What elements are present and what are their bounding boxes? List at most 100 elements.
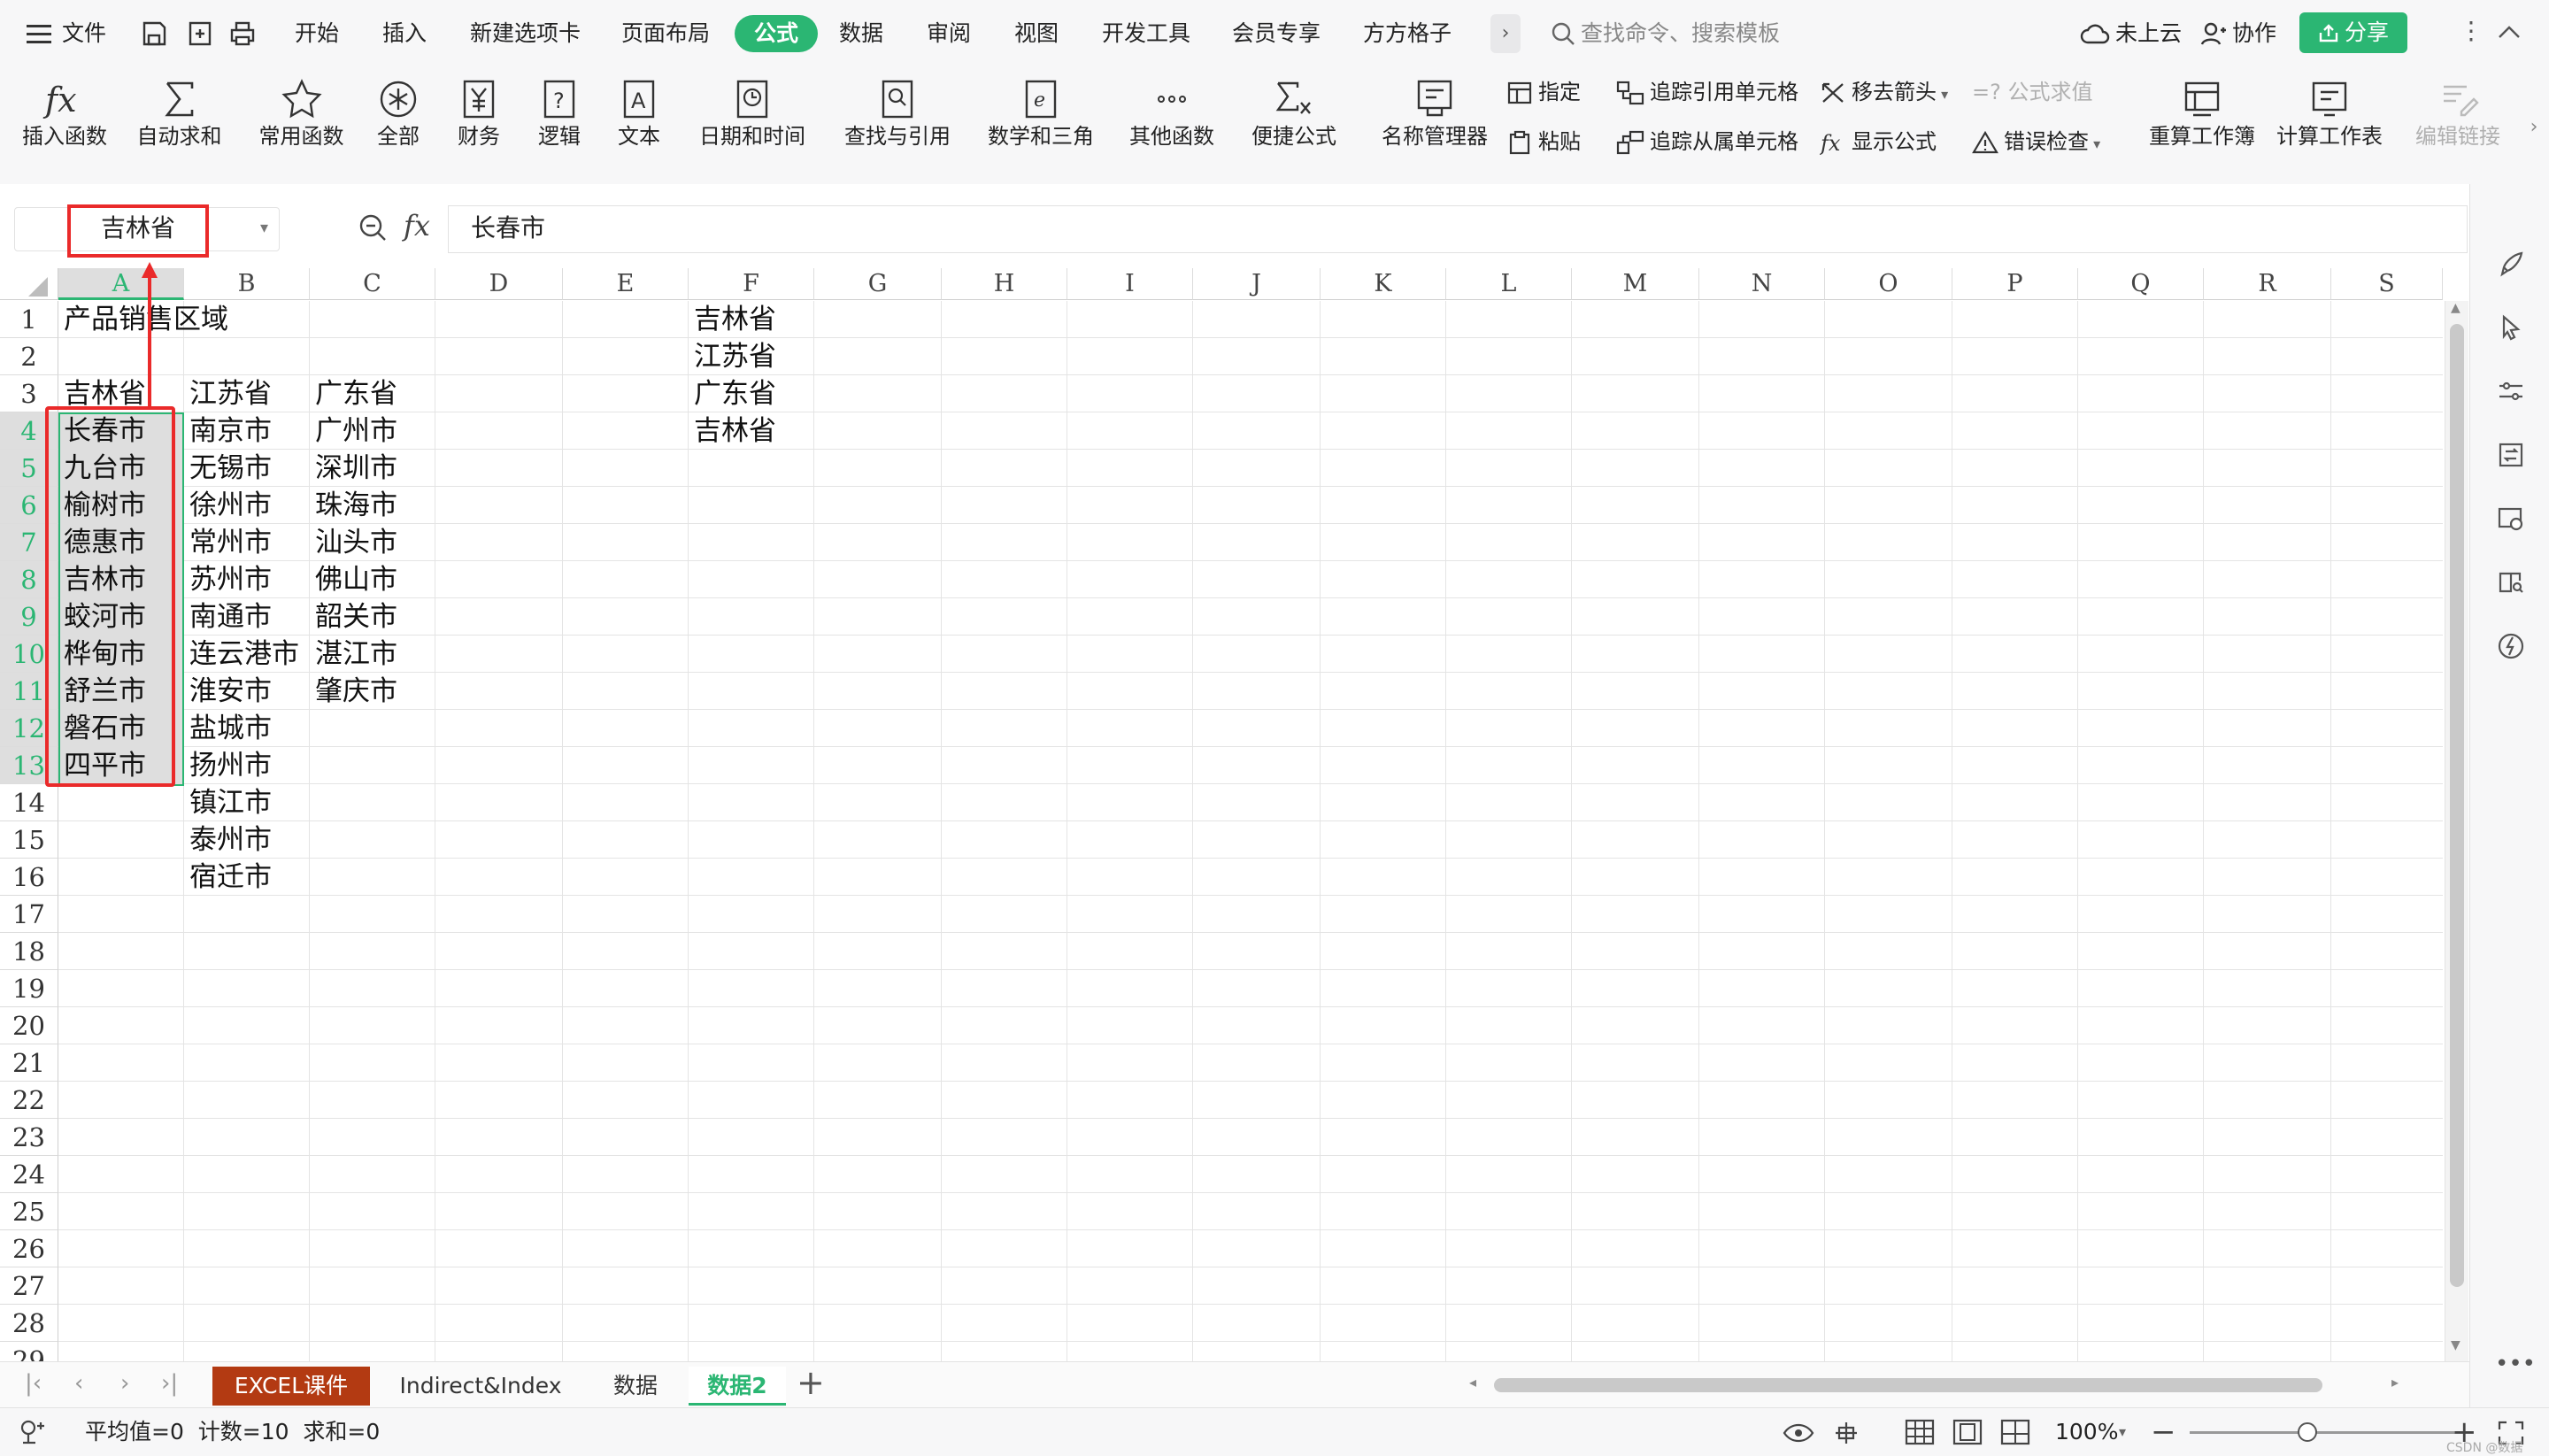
datetime-button[interactable]: 日期和时间 — [687, 76, 818, 150]
name-box-dropdown-icon[interactable]: ▾ — [260, 211, 268, 246]
row-header[interactable]: 15 — [0, 821, 58, 859]
sheet-tab-data[interactable]: 数据 — [591, 1367, 680, 1406]
image-settings-icon[interactable] — [2497, 505, 2525, 533]
horizontal-scroll-thumb[interactable] — [1494, 1378, 2322, 1392]
more-tabs-button[interactable]: › — [1490, 14, 1521, 53]
scroll-up-icon[interactable]: ▲ — [2451, 301, 2460, 315]
prev-sheet-icon[interactable]: ‹ — [74, 1370, 83, 1397]
zoom-out-button[interactable]: − — [2151, 1408, 2176, 1456]
break-view-icon[interactable] — [2000, 1419, 2030, 1445]
share-button[interactable]: 分享 — [2299, 12, 2407, 53]
column-header-s[interactable]: S — [2331, 268, 2443, 300]
zoom-dropdown-icon[interactable]: ▾ — [2119, 1408, 2126, 1456]
column-header-l[interactable]: L — [1446, 268, 1572, 300]
cell-b9[interactable]: 南通市 — [184, 598, 272, 636]
page-view-icon[interactable] — [1952, 1419, 1983, 1445]
horizontal-scrollbar[interactable]: ◂ ▸ — [1462, 1374, 2418, 1397]
zoom-slider-track[interactable] — [2190, 1431, 2455, 1434]
column-header-i[interactable]: I — [1067, 268, 1193, 300]
formula-input[interactable] — [448, 205, 2468, 253]
column-header-q[interactable]: Q — [2078, 268, 2204, 300]
row-header[interactable]: 19 — [0, 970, 58, 1007]
cell-b10[interactable]: 连云港市 — [184, 636, 299, 673]
zoom-level[interactable]: 100% — [2055, 1408, 2118, 1456]
vertical-scroll-thumb[interactable] — [2450, 324, 2464, 1287]
row-header[interactable]: 25 — [0, 1193, 58, 1230]
export-icon[interactable] — [186, 19, 214, 48]
column-header-m[interactable]: M — [1572, 268, 1699, 300]
column-header-p[interactable]: P — [1952, 268, 2078, 300]
scroll-down-icon[interactable]: ▼ — [2451, 1338, 2460, 1352]
tab-data[interactable]: 数据 — [839, 0, 883, 67]
cell-c7[interactable]: 汕头市 — [310, 524, 397, 561]
tab-new[interactable]: 新建选项卡 — [470, 0, 581, 67]
column-header-r[interactable]: R — [2204, 268, 2331, 300]
tab-fangfang[interactable]: 方方格子 — [1363, 0, 1452, 67]
row-header[interactable]: 20 — [0, 1007, 58, 1044]
evaluate-formula-button[interactable]: =? 公式求值 — [1972, 76, 2093, 108]
cell-c3[interactable]: 广东省 — [310, 375, 397, 412]
logic-button[interactable]: ? 逻辑 — [524, 76, 595, 150]
lookup-button[interactable]: 查找与引用 — [832, 76, 963, 150]
zoom-formula-icon[interactable] — [358, 212, 388, 243]
scroll-left-icon[interactable]: ◂ — [1469, 1374, 1476, 1391]
last-sheet-icon[interactable]: ›| — [161, 1370, 178, 1397]
row-header[interactable]: 23 — [0, 1119, 58, 1156]
cell-c4[interactable]: 广州市 — [310, 412, 397, 450]
trace-dependents-button[interactable]: 追踪从属单元格 — [1616, 126, 1798, 158]
column-header-o[interactable]: O — [1825, 268, 1952, 300]
cell-b8[interactable]: 苏州市 — [184, 561, 272, 598]
column-header-n[interactable]: N — [1699, 268, 1825, 300]
cell-b5[interactable]: 无锡市 — [184, 450, 272, 487]
name-manager-button[interactable]: 名称管理器 — [1377, 76, 1492, 150]
macro-record-icon[interactable] — [18, 1419, 46, 1445]
all-functions-button[interactable]: 全部 — [363, 76, 434, 150]
column-header-b[interactable]: B — [184, 268, 310, 300]
row-header[interactable]: 14 — [0, 784, 58, 821]
error-check-button[interactable]: 错误检查 ▾ — [1972, 126, 2100, 160]
cell-f3[interactable]: 广东省 — [689, 375, 776, 412]
normal-view-icon[interactable] — [1905, 1419, 1935, 1445]
cell-b14[interactable]: 镇江市 — [184, 784, 272, 821]
calc-sheet-button[interactable]: 计算工作表 — [2269, 76, 2390, 150]
row-header[interactable]: 2 — [0, 338, 58, 375]
vertical-scrollbar[interactable]: ▲ ▼ — [2445, 301, 2468, 1361]
column-header-c[interactable]: C — [310, 268, 435, 300]
cell-b13[interactable]: 扬州市 — [184, 747, 272, 784]
collapse-ribbon-icon[interactable] — [2498, 25, 2521, 39]
row-header[interactable]: 22 — [0, 1082, 58, 1119]
show-formulas-button[interactable]: fx 显示公式 — [1819, 126, 1937, 158]
column-header-a[interactable]: A — [58, 268, 184, 300]
cell-c10[interactable]: 湛江市 — [310, 636, 397, 673]
tab-start[interactable]: 开始 — [295, 0, 339, 67]
row-header[interactable]: 28 — [0, 1305, 58, 1342]
select-all-corner[interactable] — [0, 268, 58, 300]
row-header[interactable]: 27 — [0, 1267, 58, 1305]
finance-button[interactable]: 财务 — [443, 76, 515, 150]
cell-b12[interactable]: 盐城市 — [184, 710, 272, 747]
hamburger-icon[interactable] — [27, 23, 51, 44]
ribbon-scroll-right[interactable]: › — [2521, 81, 2547, 173]
print-icon[interactable] — [228, 19, 257, 48]
center-view-icon[interactable] — [1830, 1421, 1862, 1445]
common-functions-button[interactable]: 常用函数 — [246, 76, 357, 150]
assign-button[interactable]: 指定 — [1506, 76, 1581, 108]
lightning-icon[interactable] — [2497, 632, 2525, 660]
sidebar-more-icon[interactable]: ••• — [2495, 1351, 2536, 1377]
tab-insert[interactable]: 插入 — [382, 0, 427, 67]
tab-view[interactable]: 视图 — [1014, 0, 1059, 67]
cell-c9[interactable]: 韶关市 — [310, 598, 397, 636]
remove-arrows-button[interactable]: 移去箭头 ▾ — [1820, 76, 1948, 111]
row-header[interactable]: 18 — [0, 933, 58, 970]
swap-icon[interactable] — [2497, 441, 2525, 469]
trace-precedents-button[interactable]: 追踪引用单元格 — [1616, 76, 1798, 108]
cell-f4[interactable]: 吉林省 — [689, 412, 776, 450]
menu-file[interactable]: 文件 — [62, 0, 106, 67]
more-menu-icon[interactable]: ⋮ — [2459, 16, 2484, 45]
cell-c5[interactable]: 深圳市 — [310, 450, 397, 487]
collab-button[interactable]: 协作 — [2232, 0, 2276, 67]
book-search-icon[interactable] — [2497, 568, 2525, 597]
tab-member[interactable]: 会员专享 — [1232, 0, 1321, 67]
eye-protect-icon[interactable] — [1783, 1421, 1814, 1445]
rocket-icon[interactable] — [2497, 251, 2525, 280]
